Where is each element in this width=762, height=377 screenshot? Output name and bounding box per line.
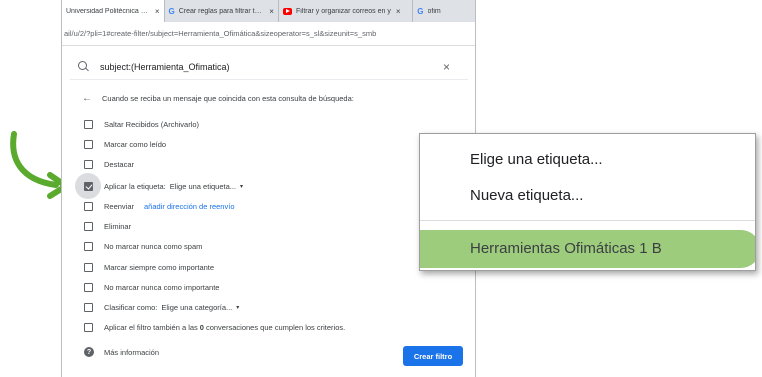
checkbox[interactable] bbox=[84, 221, 93, 231]
option-label: Destacar bbox=[104, 159, 135, 169]
browser-window: Universidad Politécnica Metrop × G Crear… bbox=[61, 0, 476, 377]
tab-title: ofim bbox=[427, 7, 441, 15]
option-label: Clasificar como: bbox=[104, 302, 158, 312]
option-label: No marcar nunca como spam bbox=[104, 241, 203, 251]
menu-item-new-label[interactable]: Nueva etiqueta... bbox=[470, 187, 583, 204]
category-select[interactable]: Elige una categoría... bbox=[161, 303, 232, 312]
checkbox[interactable] bbox=[84, 241, 93, 251]
checkbox[interactable] bbox=[84, 322, 93, 332]
option-always-important[interactable]: Marcar siempre como importante bbox=[84, 260, 214, 274]
tab-crear-reglas[interactable]: G Crear reglas para filtrar tus cor × bbox=[165, 0, 279, 22]
close-icon[interactable]: × bbox=[396, 7, 401, 16]
search-query[interactable]: subject:(Herramienta_Ofimatica) bbox=[100, 62, 230, 72]
tab-title: Filtrar y organizar correos en y bbox=[295, 7, 391, 15]
option-label-pre: Aplicar el filtro también a las bbox=[104, 322, 198, 332]
option-skip-inbox[interactable]: Saltar Recibidos (Archivarlo) bbox=[84, 117, 199, 131]
checkbox[interactable] bbox=[84, 159, 93, 169]
option-mark-read[interactable]: Marcar como leído bbox=[84, 137, 166, 151]
option-apply-existing[interactable]: Aplicar el filtro también a las 0 conver… bbox=[84, 320, 345, 334]
create-filter-button[interactable]: Crear filtro bbox=[403, 346, 463, 366]
tab-bar: Universidad Politécnica Metrop × G Crear… bbox=[62, 0, 475, 22]
checkbox[interactable] bbox=[84, 262, 93, 272]
option-label-post: conversaciones que cumplen los criterios… bbox=[205, 322, 346, 332]
filter-header-text: Cuando se reciba un mensaje que coincida… bbox=[102, 94, 354, 103]
option-label: No marcar nunca como importante bbox=[104, 282, 220, 292]
google-icon: G bbox=[168, 6, 175, 16]
label-select[interactable]: Elige una etiqueta... bbox=[170, 182, 236, 191]
google-icon: G bbox=[417, 6, 424, 16]
option-delete[interactable]: Eliminar bbox=[84, 219, 131, 233]
option-forward[interactable]: Reenviar añadir dirección de reenvío bbox=[84, 199, 235, 213]
option-never-spam[interactable]: No marcar nunca como spam bbox=[84, 239, 202, 253]
footer: ? Más información bbox=[84, 347, 159, 357]
help-icon[interactable]: ? bbox=[84, 347, 94, 357]
option-star[interactable]: Destacar bbox=[84, 157, 134, 171]
checkbox[interactable] bbox=[84, 119, 93, 129]
option-label: Marcar siempre como importante bbox=[104, 262, 215, 272]
option-label: Aplicar la etiqueta: bbox=[104, 181, 166, 191]
checkbox[interactable] bbox=[84, 302, 93, 312]
search-icon bbox=[78, 60, 90, 73]
option-label: Marcar como leído bbox=[104, 139, 167, 149]
address-bar[interactable]: ail/u/2/?pli=1#create-filter/subject=Her… bbox=[62, 22, 475, 46]
youtube-icon bbox=[282, 7, 292, 15]
close-icon[interactable]: × bbox=[155, 7, 160, 16]
option-label: Saltar Recibidos (Archivarlo) bbox=[104, 119, 200, 129]
add-forward-address-link[interactable]: añadir dirección de reenvío bbox=[144, 202, 234, 211]
option-label: Reenviar bbox=[104, 201, 135, 211]
menu-item-herramientas-ofimaticas[interactable]: Herramientas Ofimáticas 1 B bbox=[470, 240, 662, 257]
menu-divider bbox=[420, 220, 755, 221]
checkbox[interactable] bbox=[84, 201, 93, 211]
tab-ofim[interactable]: G ofim bbox=[413, 0, 475, 22]
checkbox-checked[interactable] bbox=[84, 181, 93, 191]
tab-filtrar-correos[interactable]: Filtrar y organizar correos en y × bbox=[279, 0, 414, 22]
option-categorize[interactable]: Clasificar como: Elige una categoría... … bbox=[84, 300, 239, 314]
tab-title: Universidad Politécnica Metrop bbox=[66, 7, 150, 15]
close-icon[interactable]: × bbox=[443, 60, 450, 74]
tab-universidad[interactable]: Universidad Politécnica Metrop × bbox=[62, 0, 165, 22]
tab-title: Crear reglas para filtrar tus cor bbox=[178, 7, 265, 15]
more-info-link[interactable]: Más información bbox=[104, 348, 159, 357]
filter-header: ← Cuando se reciba un mensaje que coinci… bbox=[82, 93, 354, 104]
label-dropdown-zoom: Elige una etiqueta... Nueva etiqueta... … bbox=[419, 133, 756, 271]
checkbox[interactable] bbox=[84, 139, 93, 149]
option-apply-label[interactable]: Aplicar la etiqueta: Elige una etiqueta.… bbox=[84, 179, 243, 193]
chevron-down-icon[interactable]: ▾ bbox=[240, 183, 243, 190]
back-arrow-icon[interactable]: ← bbox=[82, 93, 92, 104]
option-never-important[interactable]: No marcar nunca como importante bbox=[84, 280, 219, 294]
checkbox[interactable] bbox=[84, 282, 93, 292]
search-bar[interactable]: subject:(Herramienta_Ofimatica) × bbox=[70, 54, 468, 80]
menu-item-choose-label[interactable]: Elige una etiqueta... bbox=[470, 151, 603, 168]
option-label: Eliminar bbox=[104, 221, 132, 231]
conversation-count: 0 bbox=[199, 322, 204, 332]
chevron-down-icon[interactable]: ▾ bbox=[236, 304, 239, 311]
close-icon[interactable]: × bbox=[269, 7, 274, 16]
